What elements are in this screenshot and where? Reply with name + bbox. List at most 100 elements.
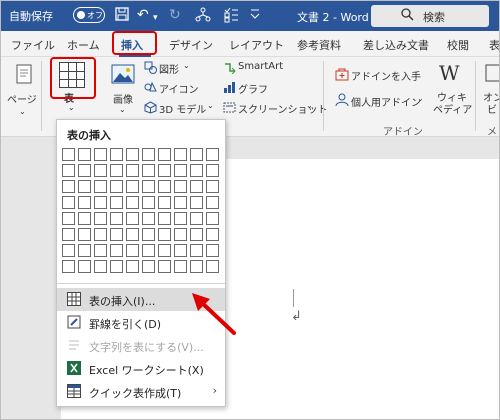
online-label-2[interactable]: ビ	[487, 101, 497, 116]
grid-cell[interactable]	[94, 196, 107, 209]
grid-cell[interactable]	[62, 260, 75, 273]
grid-cell[interactable]	[110, 196, 123, 209]
grid-cell[interactable]	[190, 196, 203, 209]
grid-cell[interactable]	[78, 196, 91, 209]
tab-references[interactable]: 参考資料	[297, 37, 341, 53]
grid-cell[interactable]	[206, 148, 219, 161]
grid-cell[interactable]	[158, 260, 171, 273]
grid-cell[interactable]	[206, 260, 219, 273]
tab-file[interactable]: ファイル	[11, 37, 55, 53]
grid-cell[interactable]	[206, 180, 219, 193]
grid-cell[interactable]	[190, 180, 203, 193]
grid-cell[interactable]	[78, 260, 91, 273]
table-dropdown-icon[interactable]: ⌄	[68, 103, 75, 112]
icons-label[interactable]: アイコン	[159, 81, 199, 96]
model3d-label[interactable]: 3D モデル	[159, 101, 206, 116]
grid-cell[interactable]	[206, 228, 219, 241]
personal-addins-dropdown-icon[interactable]: ⌄	[417, 94, 424, 103]
grid-cell[interactable]	[126, 228, 139, 241]
grid-cell[interactable]	[62, 244, 75, 257]
image-button-label[interactable]: 画像	[113, 91, 133, 106]
grid-cell[interactable]	[78, 228, 91, 241]
grid-cell[interactable]	[94, 244, 107, 257]
grid-cell[interactable]	[174, 180, 187, 193]
grid-cell[interactable]	[190, 164, 203, 177]
grid-cell[interactable]	[94, 148, 107, 161]
grid-cell[interactable]	[110, 180, 123, 193]
grid-cell[interactable]	[126, 148, 139, 161]
grid-cell[interactable]	[62, 212, 75, 225]
grid-cell[interactable]	[94, 164, 107, 177]
screenshot-dropdown-icon[interactable]: ⌄	[306, 101, 313, 110]
grid-cell[interactable]	[94, 228, 107, 241]
grid-cell[interactable]	[94, 212, 107, 225]
grid-cell[interactable]	[158, 196, 171, 209]
grid-cell[interactable]	[142, 164, 155, 177]
grid-cell[interactable]	[110, 228, 123, 241]
grid-cell[interactable]	[158, 148, 171, 161]
grid-cell[interactable]	[110, 148, 123, 161]
checklist-icon[interactable]	[223, 7, 239, 27]
grid-cell[interactable]	[62, 196, 75, 209]
undo-icon[interactable]: ↶	[137, 7, 149, 23]
grid-cell[interactable]	[190, 244, 203, 257]
grid-cell[interactable]	[78, 212, 91, 225]
grid-cell[interactable]	[62, 180, 75, 193]
grid-cell[interactable]	[78, 148, 91, 161]
grid-cell[interactable]	[174, 260, 187, 273]
grid-cell[interactable]	[110, 212, 123, 225]
menu-item-quick-table[interactable]: クイック表作成(T) ›	[57, 380, 225, 403]
grid-cell[interactable]	[190, 260, 203, 273]
wikipedia-label-2[interactable]: ペディア	[433, 101, 472, 116]
grid-cell[interactable]	[126, 212, 139, 225]
tab-review[interactable]: 校閲	[447, 37, 469, 53]
smartart-label[interactable]: SmartArt	[238, 61, 283, 72]
save-icon[interactable]	[115, 7, 129, 25]
grid-cell[interactable]	[94, 260, 107, 273]
grid-cell[interactable]	[62, 148, 75, 161]
undo-dropdown-icon[interactable]: ▾	[153, 10, 158, 26]
shapes-dropdown-icon[interactable]: ⌄	[183, 61, 190, 70]
grid-cell[interactable]	[174, 164, 187, 177]
grid-cell[interactable]	[158, 212, 171, 225]
grid-cell[interactable]	[126, 260, 139, 273]
grid-cell[interactable]	[142, 196, 155, 209]
grid-cell[interactable]	[142, 260, 155, 273]
grid-cell[interactable]	[126, 196, 139, 209]
autosave-toggle[interactable]: オフ	[73, 7, 105, 23]
grid-cell[interactable]	[158, 244, 171, 257]
grid-cell[interactable]	[142, 212, 155, 225]
personal-addins-label[interactable]: 個人用アドイン	[351, 94, 421, 109]
grid-cell[interactable]	[110, 260, 123, 273]
grid-cell[interactable]	[110, 244, 123, 257]
grid-cell[interactable]	[158, 164, 171, 177]
page-dropdown-icon[interactable]: ⌄	[19, 107, 26, 116]
graph-label[interactable]: グラフ	[238, 81, 268, 96]
grid-cell[interactable]	[190, 228, 203, 241]
customize-dropdown-icon[interactable]	[249, 7, 261, 25]
grid-cell[interactable]	[78, 164, 91, 177]
tab-home[interactable]: ホーム	[67, 37, 100, 53]
grid-cell[interactable]	[126, 244, 139, 257]
grid-cell[interactable]	[190, 212, 203, 225]
grid-cell[interactable]	[126, 164, 139, 177]
get-addins-label[interactable]: アドインを入手	[351, 68, 421, 83]
grid-cell[interactable]	[78, 180, 91, 193]
menu-item-excel-worksheet[interactable]: Excel ワークシート(X)	[57, 357, 225, 380]
grid-cell[interactable]	[174, 212, 187, 225]
image-dropdown-icon[interactable]: ⌄	[119, 105, 126, 114]
grid-cell[interactable]	[110, 164, 123, 177]
grid-cell[interactable]	[142, 244, 155, 257]
grid-cell[interactable]	[78, 244, 91, 257]
grid-cell[interactable]	[142, 148, 155, 161]
grid-cell[interactable]	[62, 228, 75, 241]
grid-cell[interactable]	[142, 228, 155, 241]
tab-layout[interactable]: レイアウト	[229, 37, 284, 53]
tab-mailings[interactable]: 差し込み文書	[363, 37, 429, 53]
grid-cell[interactable]	[206, 244, 219, 257]
grid-cell[interactable]	[142, 180, 155, 193]
grid-cell[interactable]	[174, 228, 187, 241]
tab-table[interactable]: 表	[489, 37, 499, 53]
grid-cell[interactable]	[190, 148, 203, 161]
grid-cell[interactable]	[206, 212, 219, 225]
